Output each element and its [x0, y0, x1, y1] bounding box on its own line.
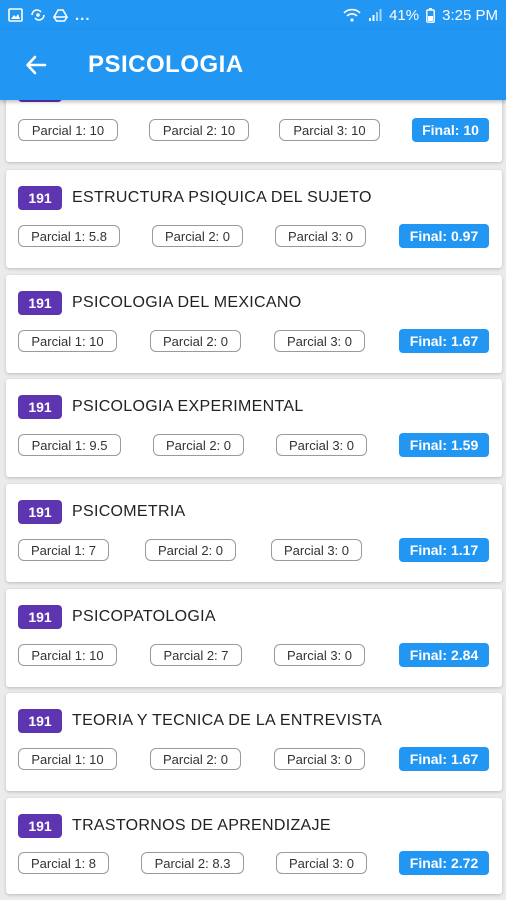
parcial-1-chip: Parcial 1: 10 — [18, 644, 117, 666]
sync-icon — [30, 8, 46, 22]
parcial-2-chip: Parcial 2: 10 — [149, 119, 249, 141]
final-grade-badge: Final: 1.67 — [399, 747, 489, 771]
subject-name: TRASTORNOS DE APRENDIZAJE — [72, 817, 331, 834]
parcial-3-chip: Parcial 3: 10 — [279, 119, 380, 141]
image-icon — [8, 8, 23, 22]
subject-card[interactable]: 191 PSICOPATOLOGIA Parcial 1: 10 Parcial… — [6, 589, 502, 687]
subject-code-badge: 191 — [18, 395, 62, 419]
parcial-2-chip: Parcial 2: 0 — [145, 539, 236, 561]
parcial-2-chip: Parcial 2: 0 — [152, 225, 243, 247]
parcial-2-chip: Parcial 2: 8.3 — [141, 852, 244, 874]
signal-icon — [368, 8, 382, 22]
parcial-1-chip: Parcial 1: 10 — [18, 119, 118, 141]
subject-card[interactable]: 191 ESTRUCTURA PSIQUICA DEL SUJETO Parci… — [6, 170, 502, 268]
back-button[interactable] — [22, 51, 50, 79]
parcial-1-chip: Parcial 1: 10 — [18, 330, 117, 352]
subject-name: PSICOPATOLOGIA — [72, 608, 216, 625]
status-bar: ... 41% 3:25 PM — [0, 0, 506, 30]
subject-name: PSICOLOGIA DEL MEXICANO — [72, 294, 302, 311]
parcial-2-chip: Parcial 2: 0 — [150, 748, 241, 770]
subject-name: ESTRUCTURA PSIQUICA DEL SUJETO — [72, 189, 372, 206]
final-grade-badge: Final: 1.59 — [399, 433, 489, 457]
parcial-1-chip: Parcial 1: 8 — [18, 852, 109, 874]
subject-card[interactable]: Parcial 1: 10 Parcial 2: 10 Parcial 3: 1… — [6, 100, 502, 162]
battery-icon — [426, 7, 436, 23]
subject-code-badge: 191 — [18, 186, 62, 210]
subject-code-badge: 191 — [18, 709, 62, 733]
parcial-3-chip: Parcial 3: 0 — [276, 434, 367, 456]
parcial-2-chip: Parcial 2: 0 — [153, 434, 244, 456]
final-grade-badge: Final: 1.67 — [399, 329, 489, 353]
parcial-3-chip: Parcial 3: 0 — [274, 330, 365, 352]
parcial-1-chip: Parcial 1: 5.8 — [18, 225, 120, 247]
system-icons: 41% 3:25 PM — [343, 7, 498, 24]
subject-name: TEORIA Y TECNICA DE LA ENTREVISTA — [72, 712, 383, 729]
final-grade-badge: Final: 2.72 — [399, 851, 489, 875]
subject-card[interactable]: 191 TRASTORNOS DE APRENDIZAJE Parcial 1:… — [6, 798, 502, 894]
app-bar: PSICOLOGIA — [0, 30, 506, 100]
parcial-2-chip: Parcial 2: 7 — [150, 644, 242, 666]
subject-code-badge — [18, 100, 62, 102]
final-grade-badge: Final: 1.17 — [399, 538, 489, 562]
more-notifications: ... — [75, 6, 91, 24]
subject-card[interactable]: 191 PSICOLOGIA EXPERIMENTAL Parcial 1: 9… — [6, 379, 502, 477]
subject-code-badge: 191 — [18, 500, 62, 524]
battery-percent: 41% — [389, 6, 420, 24]
parcial-3-chip: Parcial 3: 0 — [271, 539, 362, 561]
parcial-3-chip: Parcial 3: 0 — [275, 225, 366, 247]
subject-code-badge: 191 — [18, 291, 62, 315]
arrow-left-icon — [26, 55, 47, 75]
parcial-1-chip: Parcial 1: 10 — [18, 748, 117, 770]
parcial-3-chip: Parcial 3: 0 — [274, 644, 365, 666]
subject-name: PSICOLOGIA EXPERIMENTAL — [72, 398, 304, 415]
drive-icon — [53, 8, 68, 22]
page-title: PSICOLOGIA — [88, 51, 244, 78]
subject-list[interactable]: Parcial 1: 10 Parcial 2: 10 Parcial 3: 1… — [0, 100, 506, 900]
parcial-1-chip: Parcial 1: 9.5 — [18, 434, 121, 456]
subject-name: PSICOMETRIA — [72, 503, 186, 520]
subject-card[interactable]: 191 TEORIA Y TECNICA DE LA ENTREVISTA Pa… — [6, 693, 502, 791]
wifi-icon — [343, 8, 361, 22]
parcial-2-chip: Parcial 2: 0 — [150, 330, 241, 352]
final-grade-badge: Final: 0.97 — [399, 224, 489, 248]
subject-code-badge: 191 — [18, 814, 62, 838]
final-grade-badge: Final: 2.84 — [399, 643, 489, 667]
final-grade-badge: Final: 10 — [412, 118, 489, 142]
subject-card[interactable]: 191 PSICOLOGIA DEL MEXICANO Parcial 1: 1… — [6, 275, 502, 373]
parcial-3-chip: Parcial 3: 0 — [274, 748, 365, 770]
clock: 3:25 PM — [442, 6, 498, 24]
parcial-3-chip: Parcial 3: 0 — [276, 852, 367, 874]
subject-code-badge: 191 — [18, 605, 62, 629]
subject-card[interactable]: 191 PSICOMETRIA Parcial 1: 7 Parcial 2: … — [6, 484, 502, 582]
parcial-1-chip: Parcial 1: 7 — [18, 539, 109, 561]
notification-icons: ... — [8, 7, 91, 24]
